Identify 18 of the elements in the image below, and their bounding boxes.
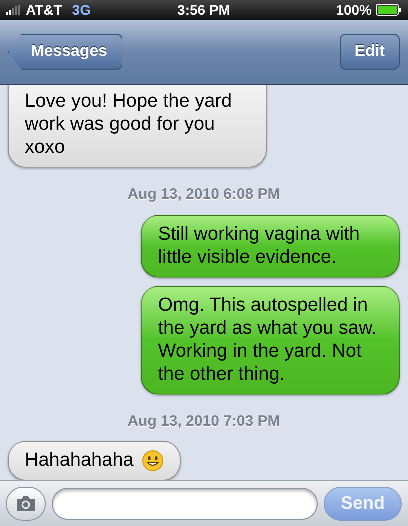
message-text: Hahahahaha: [25, 449, 134, 472]
smiley-icon: [142, 450, 164, 472]
battery-icon: [376, 4, 402, 16]
message-field[interactable]: [52, 488, 318, 520]
back-button[interactable]: Messages: [8, 34, 122, 70]
camera-button[interactable]: [6, 486, 46, 520]
carrier-name: AT&T: [26, 0, 62, 20]
camera-icon: [15, 495, 37, 512]
signal-icon: [6, 5, 22, 15]
sent-message-bubble: Still working vagina with little visible evidence.: [141, 214, 400, 278]
clock: 3:56 PM: [178, 2, 230, 18]
timestamp: Aug 13, 2010 6:08 PM: [128, 185, 280, 205]
edit-button[interactable]: Edit: [340, 34, 400, 70]
network-label: 3G: [72, 0, 91, 20]
sent-message-bubble: Omg. This autospelled in the yard as what you saw. Working in the yard. Not the other thing.: [141, 286, 400, 394]
received-message-bubble: Love you! Hope the yard work was good for you xoxo: [8, 85, 267, 168]
battery-percent: 100%: [336, 0, 372, 20]
timestamp: Aug 13, 2010 7:03 PM: [128, 412, 280, 432]
